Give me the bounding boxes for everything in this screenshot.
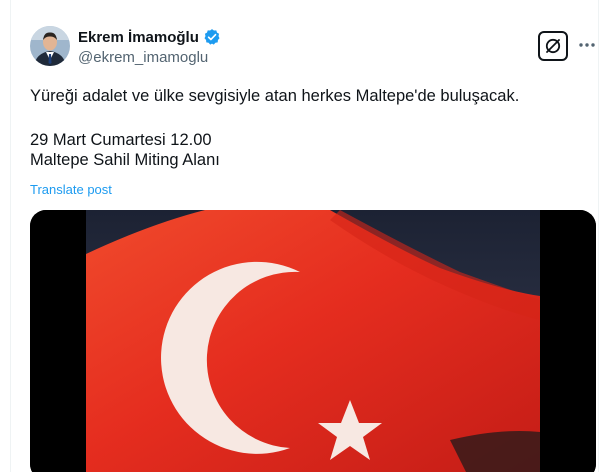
author-handle[interactable]: @ekrem_imamoglu (78, 49, 208, 66)
more-options-icon (579, 43, 595, 47)
grok-button[interactable] (538, 31, 568, 61)
author-avatar[interactable] (30, 26, 70, 66)
tweet-text: Yüreği adalet ve ülke sevgisiyle atan he… (30, 86, 580, 170)
avatar-photo-icon (30, 26, 70, 66)
grok-icon (545, 38, 561, 54)
verified-badge-icon[interactable] (203, 28, 221, 46)
timeline-left-border (10, 0, 11, 472)
author-name-row: Ekrem İmamoğlu (78, 28, 221, 46)
tweet-video[interactable] (30, 210, 596, 472)
author-display-name[interactable]: Ekrem İmamoğlu (78, 29, 199, 46)
turkish-flag-video-icon (30, 210, 596, 472)
more-options-button[interactable] (578, 38, 596, 52)
tweet-text-line: Maltepe Sahil Miting Alanı (30, 151, 220, 169)
timeline-right-border (598, 0, 599, 472)
translate-post-link[interactable]: Translate post (30, 182, 112, 197)
tweet-text-line: 29 Mart Cumartesi 12.00 (30, 131, 212, 149)
tweet-text-line: Yüreği adalet ve ülke sevgisiyle atan he… (30, 87, 520, 105)
